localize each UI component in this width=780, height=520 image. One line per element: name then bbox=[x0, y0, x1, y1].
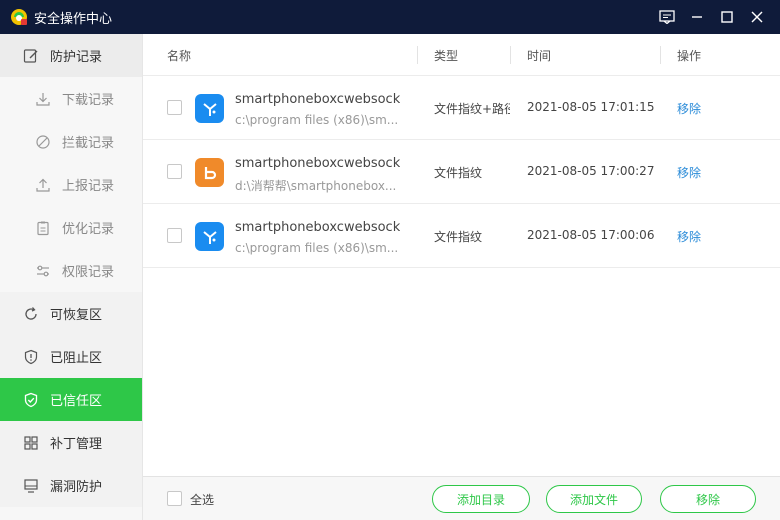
select-all-checkbox[interactable] bbox=[167, 491, 182, 506]
remove-link[interactable]: 移除 bbox=[677, 228, 701, 245]
main-panel: 名称 类型 时间 操作 smartphoneboxcwebsock... c:\… bbox=[143, 34, 780, 520]
minimize-icon bbox=[692, 16, 702, 18]
row-checkbox[interactable] bbox=[167, 228, 182, 243]
refresh-icon bbox=[22, 305, 40, 323]
feedback-icon bbox=[659, 10, 675, 24]
sidebar-item-vulnerability-protection[interactable]: 漏洞防护 bbox=[0, 464, 142, 507]
sidebar-item-label: 可恢复区 bbox=[50, 308, 103, 323]
orange-b-icon bbox=[195, 158, 224, 187]
sidebar-item-recoverable[interactable]: 可恢复区 bbox=[0, 292, 142, 335]
maximize-icon bbox=[721, 11, 733, 23]
item-type: 文件指纹 bbox=[434, 230, 483, 244]
shield-alert-icon bbox=[22, 348, 40, 366]
sidebar-item-download-records[interactable]: 下载记录 bbox=[0, 77, 142, 120]
blue-antenna-icon bbox=[195, 222, 224, 251]
item-type: 文件指纹 bbox=[434, 166, 483, 180]
sidebar-item-trusted[interactable]: 已信任区 bbox=[0, 378, 142, 421]
edit-note-icon bbox=[22, 47, 40, 65]
item-path: d:\消帮帮\smartphonebox... bbox=[235, 179, 397, 193]
add-file-button[interactable]: 添加文件 bbox=[546, 485, 642, 513]
sidebar-item-label: 补丁管理 bbox=[50, 437, 103, 452]
table-row[interactable]: smartphoneboxcwebsock... d:\消帮帮\smartpho… bbox=[143, 140, 780, 204]
item-name: smartphoneboxcwebsock... bbox=[235, 220, 400, 235]
sidebar-item-label: 漏洞防护 bbox=[50, 480, 103, 495]
maximize-button[interactable] bbox=[712, 0, 742, 34]
sidebar-item-label: 优化记录 bbox=[62, 222, 115, 237]
remove-link[interactable]: 移除 bbox=[677, 100, 701, 117]
sidebar-item-optimize-records[interactable]: 优化记录 bbox=[0, 206, 142, 249]
feedback-button[interactable] bbox=[652, 0, 682, 34]
sidebar-submenu: 下载记录 拦截记录 上报记录 优化记录 权限记录 bbox=[0, 77, 142, 292]
window-title: 安全操作中心 bbox=[34, 11, 113, 27]
sidebar-item-protection-records[interactable]: 防护记录 bbox=[0, 34, 142, 77]
table-row[interactable]: smartphoneboxcwebsock... c:\program file… bbox=[143, 76, 780, 140]
close-button[interactable] bbox=[742, 0, 772, 34]
sidebar-item-label: 拦截记录 bbox=[62, 136, 115, 151]
shield-check-icon bbox=[22, 391, 40, 409]
minimize-button[interactable] bbox=[682, 0, 712, 34]
app-logo-icon bbox=[11, 9, 27, 25]
clipboard-icon bbox=[34, 219, 52, 237]
sidebar-item-label: 权限记录 bbox=[62, 265, 115, 280]
sidebar-item-label: 下载记录 bbox=[62, 93, 115, 108]
sliders-icon bbox=[34, 262, 52, 280]
item-time: 2021-08-05 17:01:15 bbox=[527, 100, 655, 114]
sidebar-item-label: 已信任区 bbox=[50, 394, 103, 409]
column-header-type[interactable]: 类型 bbox=[434, 34, 458, 76]
sidebar-item-permission-records[interactable]: 权限记录 bbox=[0, 249, 142, 292]
sidebar-item-label: 防护记录 bbox=[50, 50, 103, 65]
sidebar-item-label: 已阻止区 bbox=[50, 351, 103, 366]
sidebar-item-blocked[interactable]: 已阻止区 bbox=[0, 335, 142, 378]
sidebar-item-report-records[interactable]: 上报记录 bbox=[0, 163, 142, 206]
column-header-name[interactable]: 名称 bbox=[167, 34, 191, 76]
remove-button[interactable]: 移除 bbox=[660, 485, 756, 513]
title-bar: 安全操作中心 bbox=[0, 0, 780, 34]
item-type: 文件指纹+路径 bbox=[434, 102, 510, 116]
upload-icon bbox=[34, 176, 52, 194]
item-name: smartphoneboxcwebsock... bbox=[235, 92, 400, 107]
sidebar-item-block-records[interactable]: 拦截记录 bbox=[0, 120, 142, 163]
footer-bar: 全选 添加目录 添加文件 移除 bbox=[143, 476, 780, 520]
sidebar-main-group: 可恢复区 已阻止区 已信任区 补丁管理 漏洞防护 bbox=[0, 292, 142, 507]
remove-link[interactable]: 移除 bbox=[677, 164, 701, 181]
item-time: 2021-08-05 17:00:27 bbox=[527, 164, 655, 178]
blue-antenna-icon bbox=[195, 94, 224, 123]
add-directory-button[interactable]: 添加目录 bbox=[432, 485, 530, 513]
sidebar: 防护记录 下载记录 拦截记录 上报记录 优化记录 权限记录 可恢复区 已阻止区 … bbox=[0, 34, 143, 520]
item-name: smartphoneboxcwebsock... bbox=[235, 156, 400, 171]
item-path: c:\program files (x86)\sm... bbox=[235, 113, 399, 127]
download-icon bbox=[34, 90, 52, 108]
monitor-icon bbox=[22, 477, 40, 495]
grid-icon bbox=[22, 434, 40, 452]
table-header: 名称 类型 时间 操作 bbox=[143, 34, 780, 76]
row-checkbox[interactable] bbox=[167, 164, 182, 179]
item-time: 2021-08-05 17:00:06 bbox=[527, 228, 655, 242]
sidebar-item-label: 上报记录 bbox=[62, 179, 115, 194]
table-row[interactable]: smartphoneboxcwebsock... c:\program file… bbox=[143, 204, 780, 268]
item-path: c:\program files (x86)\sm... bbox=[235, 241, 399, 255]
select-all-label[interactable]: 全选 bbox=[190, 491, 214, 508]
close-icon bbox=[751, 11, 763, 23]
sidebar-item-patch-management[interactable]: 补丁管理 bbox=[0, 421, 142, 464]
block-icon bbox=[34, 133, 52, 151]
row-checkbox[interactable] bbox=[167, 100, 182, 115]
column-header-op: 操作 bbox=[677, 48, 702, 63]
column-header-time[interactable]: 时间 bbox=[527, 34, 551, 76]
